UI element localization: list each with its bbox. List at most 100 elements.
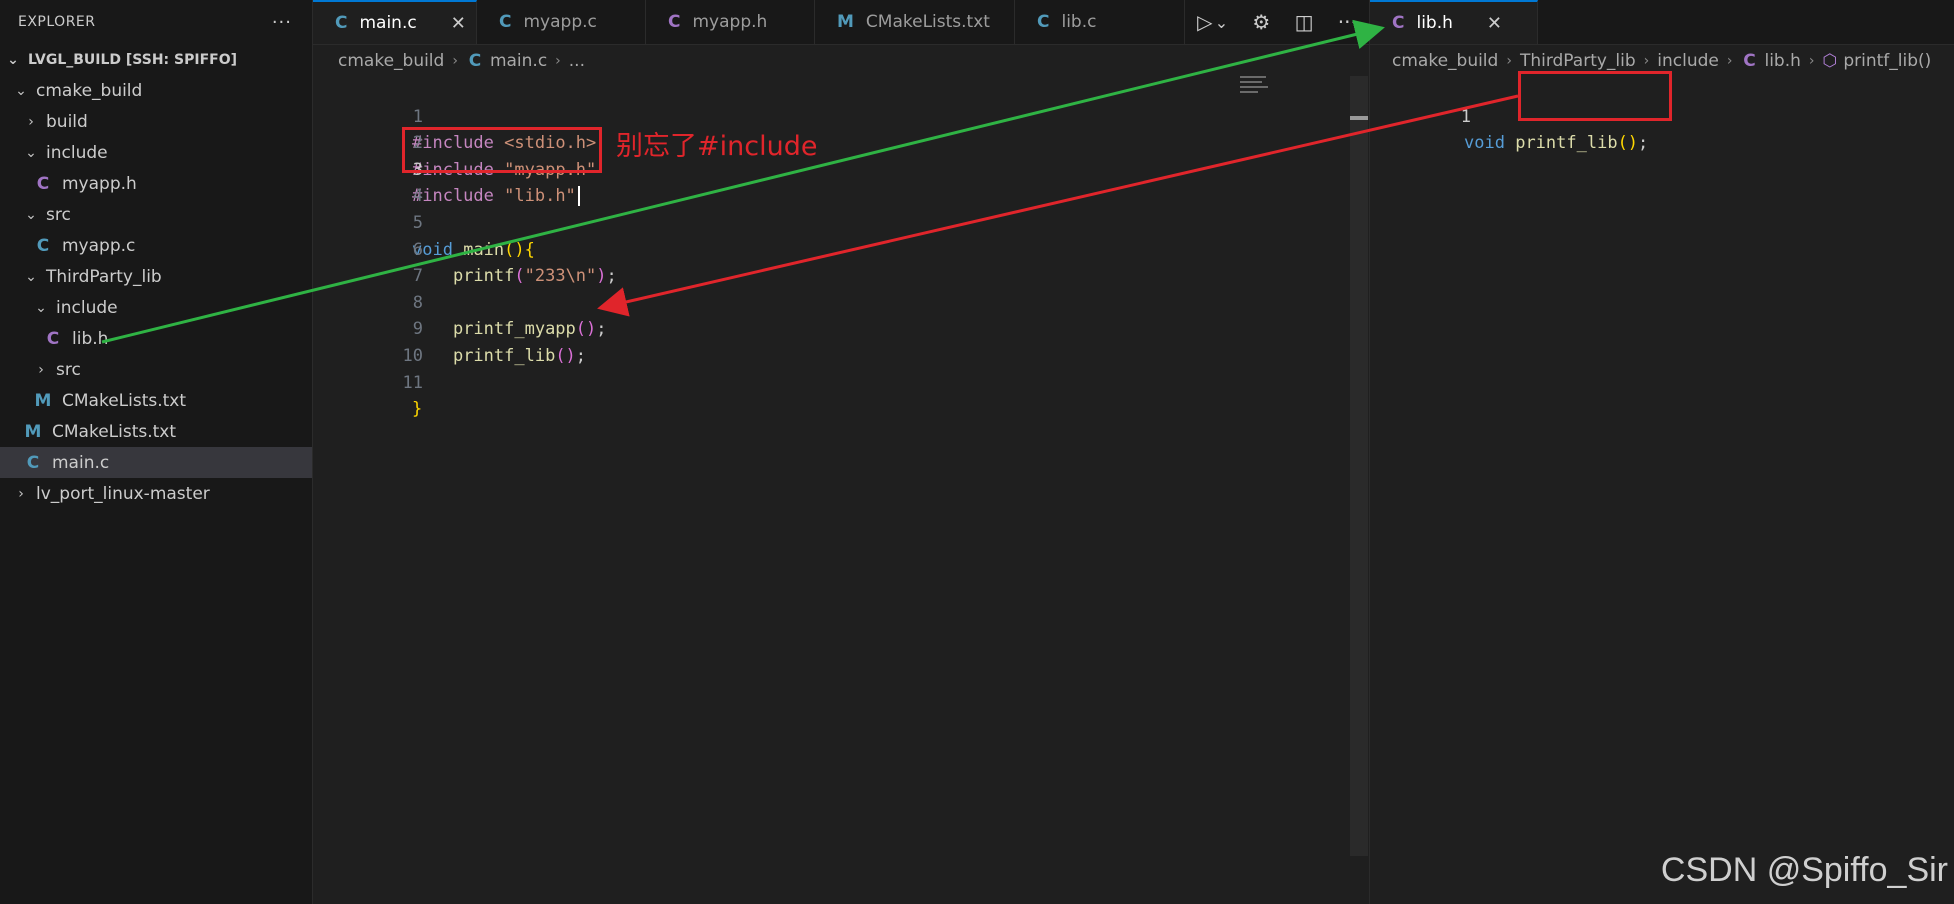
- code-editor-left[interactable]: 1 #include <stdio.h> 2 #include "myapp.h…: [332, 77, 1332, 420]
- breadcrumb-item[interactable]: include: [1657, 51, 1719, 71]
- c-file-icon: C: [26, 452, 40, 473]
- gear-icon[interactable]: ⚙: [1252, 10, 1270, 34]
- tree-item-lib-h[interactable]: C lib.h: [0, 323, 312, 354]
- split-editor-icon[interactable]: ◫: [1295, 10, 1314, 34]
- breadcrumb-item[interactable]: printf_lib(): [1843, 51, 1931, 71]
- tree-item-label: src: [46, 204, 71, 225]
- workspace-root[interactable]: ⌄ LVGL_BUILD [SSH: SPIFFO]: [0, 44, 312, 75]
- editor-split-divider[interactable]: [1369, 0, 1370, 904]
- tree-item-lv-port[interactable]: › lv_port_linux-master: [0, 478, 312, 509]
- explorer-more-icon[interactable]: ···: [272, 12, 292, 33]
- tree-item-label: cmake_build: [36, 80, 143, 101]
- c-file-icon: C: [1037, 12, 1050, 32]
- chevron-right-icon: ›: [18, 485, 24, 502]
- breadcrumb-item[interactable]: cmake_build: [338, 51, 444, 71]
- editor-tab-bar-right: C lib.h ✕: [1370, 0, 1954, 45]
- c-file-icon: C: [36, 173, 50, 194]
- breadcrumb-left: cmake_build › C main.c › ...: [338, 45, 585, 77]
- tree-item-myapp-h[interactable]: C myapp.h: [0, 168, 312, 199]
- chevron-right-icon: ›: [28, 113, 34, 130]
- chevron-down-icon: ⌄: [25, 268, 37, 285]
- chevron-down-icon[interactable]: ⌄: [1215, 13, 1228, 32]
- chevron-right-icon: ›: [555, 53, 561, 69]
- chevron-down-icon: ⌄: [7, 51, 19, 68]
- tree-item-include[interactable]: ⌄ include: [0, 137, 312, 168]
- tree-item-thirdparty-include[interactable]: ⌄ include: [0, 292, 312, 323]
- minimap[interactable]: [1240, 76, 1270, 104]
- tab-label: myapp.h: [692, 12, 768, 32]
- annotation-box-include: [402, 127, 602, 173]
- chevron-right-icon: ›: [1643, 53, 1650, 69]
- tree-item-src[interactable]: ⌄ src: [0, 199, 312, 230]
- c-file-icon: C: [36, 235, 50, 256]
- cmake-file-icon: M: [24, 421, 42, 442]
- tree-item-label: lv_port_linux-master: [36, 483, 210, 504]
- tree-item-label: include: [46, 142, 108, 163]
- close-icon[interactable]: ✕: [1487, 13, 1502, 34]
- tab-cmakelists[interactable]: M CMakeLists.txt: [815, 0, 1015, 44]
- tab-main-c[interactable]: C main.c ✕: [313, 0, 477, 44]
- vertical-scrollbar[interactable]: [1350, 76, 1368, 856]
- code-line: 7: [332, 237, 1332, 286]
- tree-item-label: main.c: [52, 452, 110, 473]
- chevron-right-icon: ›: [452, 53, 458, 69]
- code-line: 8 printf_myapp();: [332, 263, 1332, 340]
- code-line: 11 }: [332, 343, 1332, 420]
- c-file-icon: C: [668, 12, 681, 32]
- scrollbar-thumb[interactable]: [1350, 116, 1368, 120]
- tab-lib-h[interactable]: C lib.h ✕: [1370, 0, 1538, 44]
- tree-item-label: myapp.h: [62, 173, 137, 194]
- explorer-title: EXPLORER: [18, 14, 96, 30]
- code-line: 9 printf_lib();: [332, 290, 1332, 366]
- tree-item-thirdparty-src[interactable]: › src: [0, 354, 312, 385]
- code-line: 10: [332, 316, 1332, 366]
- tree-item-build[interactable]: › build: [0, 106, 312, 137]
- watermark: CSDN @Spiffo_Sir: [1660, 851, 1948, 889]
- breadcrumb-item[interactable]: lib.h: [1764, 51, 1800, 71]
- code-text: }: [412, 399, 423, 420]
- tree-item-label: src: [56, 359, 81, 380]
- tab-myapp-c[interactable]: C myapp.c: [477, 0, 646, 44]
- chevron-down-icon: ⌄: [15, 82, 27, 99]
- editor-actions: ▷ ⌄ ⚙ ◫ ···: [1185, 0, 1369, 44]
- code-line: 5 void main(){: [332, 183, 1332, 260]
- tab-myapp-h[interactable]: C myapp.h: [646, 0, 815, 44]
- tree-item-label: CMakeLists.txt: [52, 421, 177, 442]
- tree-item-main-c[interactable]: C main.c: [0, 447, 312, 478]
- close-icon[interactable]: ✕: [451, 13, 466, 34]
- breadcrumb-item[interactable]: ...: [569, 51, 585, 71]
- breadcrumb-item[interactable]: ThirdParty_lib: [1520, 51, 1636, 71]
- tab-label: lib.h: [1416, 13, 1453, 33]
- c-file-icon: C: [1392, 13, 1405, 33]
- tab-label: CMakeLists.txt: [865, 12, 990, 32]
- chevron-right-icon: ›: [1808, 53, 1815, 69]
- chevron-right-icon: ›: [1726, 53, 1733, 69]
- c-file-icon: C: [499, 12, 512, 32]
- line-number: 1: [1460, 106, 1471, 127]
- tree-item-label: CMakeLists.txt: [62, 390, 187, 411]
- tree-item-cmakelists[interactable]: M CMakeLists.txt: [0, 416, 312, 447]
- tree-item-thirdparty-cmakelists[interactable]: M CMakeLists.txt: [0, 385, 312, 416]
- c-file-icon: C: [1743, 51, 1756, 71]
- tab-label: lib.c: [1061, 12, 1097, 32]
- line-number: 11: [402, 372, 423, 393]
- tree-item-thirdparty-lib[interactable]: ⌄ ThirdParty_lib: [0, 261, 312, 292]
- run-debug-icon[interactable]: ▷: [1197, 10, 1212, 34]
- tab-lib-c[interactable]: C lib.c: [1015, 0, 1185, 44]
- tree-item-label: include: [56, 297, 118, 318]
- workspace-root-label: LVGL_BUILD [SSH: SPIFFO]: [28, 51, 238, 68]
- tree-item-label: build: [46, 111, 88, 132]
- code-line: 1 #include <stdio.h>: [332, 77, 1332, 154]
- tree-item-label: myapp.c: [62, 235, 136, 256]
- annotation-box-declaration: [1518, 71, 1672, 121]
- chevron-down-icon: ⌄: [25, 206, 37, 223]
- more-icon[interactable]: ···: [1338, 10, 1357, 34]
- explorer-header: EXPLORER ···: [0, 0, 312, 44]
- cube-icon: ⬡: [1822, 51, 1838, 71]
- breadcrumb-item[interactable]: main.c: [490, 51, 547, 71]
- tree-item-cmake-build[interactable]: ⌄ cmake_build: [0, 75, 312, 106]
- tree-item-myapp-c[interactable]: C myapp.c: [0, 230, 312, 261]
- annotation-note: 别忘了#include: [616, 131, 818, 162]
- cmake-file-icon: M: [34, 390, 52, 411]
- breadcrumb-item[interactable]: cmake_build: [1392, 51, 1498, 71]
